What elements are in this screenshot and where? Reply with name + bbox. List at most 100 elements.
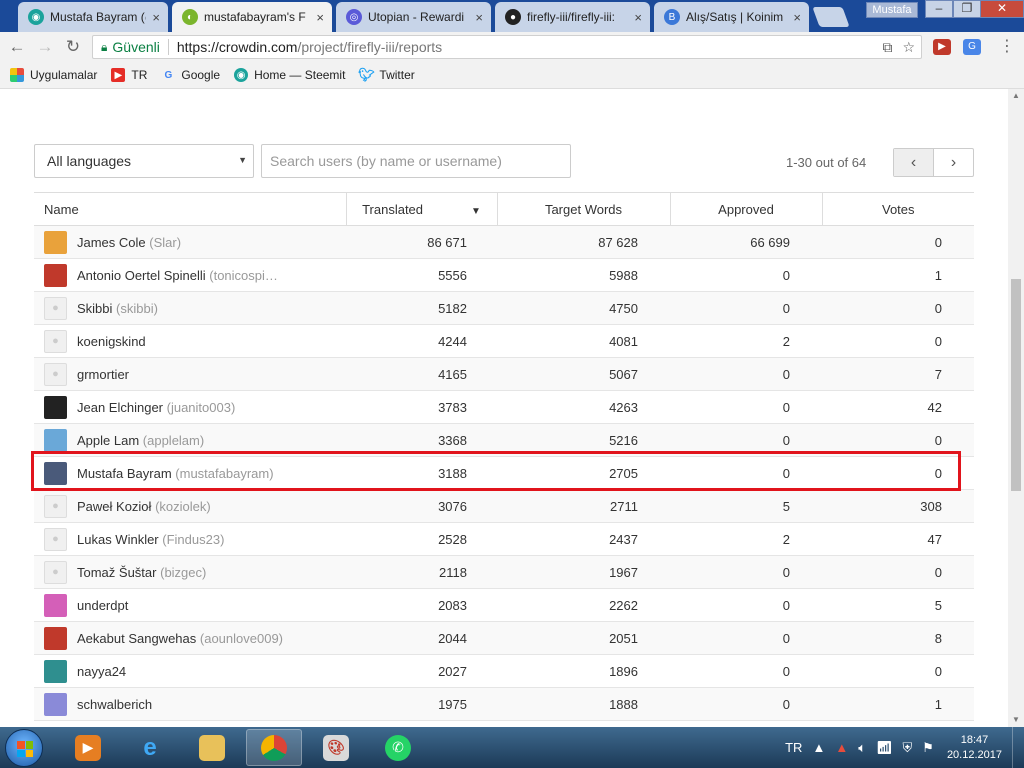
browser-tab-0[interactable]: ◉ Mustafa Bayram (@ × <box>18 2 168 32</box>
search-users-input[interactable] <box>261 144 571 178</box>
clock[interactable]: 18:47 20.12.2017 <box>947 733 1002 763</box>
taskbar-media-player[interactable]: ▶ <box>60 729 116 766</box>
user-name-link[interactable]: underdpt <box>77 598 128 613</box>
user-name-link[interactable]: koenigskind <box>77 334 146 349</box>
next-page-button[interactable]: › <box>934 149 973 176</box>
user-name-link[interactable]: Mustafa Bayram <box>77 466 172 481</box>
taskbar-internet-explorer[interactable]: e <box>122 729 178 766</box>
user-name-link[interactable]: Lukas Winkler <box>77 532 159 547</box>
browser-tab-4[interactable]: B Alış/Satış | Koinim × <box>654 2 809 32</box>
default-avatar-icon[interactable]: ● <box>44 494 67 518</box>
bookmark-tr[interactable]: ▶ TR <box>111 68 147 82</box>
network-icon[interactable]: 📶︎ <box>876 740 893 756</box>
scroll-down-arrow-icon[interactable]: ▼ <box>1008 713 1024 727</box>
profile-button[interactable]: Mustafa <box>866 2 918 18</box>
default-avatar-icon[interactable]: ● <box>44 296 67 320</box>
scrollbar-thumb[interactable] <box>1011 279 1021 491</box>
bookmark-label: Google <box>181 68 221 82</box>
user-name-link[interactable]: schwalberich <box>77 697 152 712</box>
column-header-votes[interactable]: Votes <box>821 192 974 226</box>
scroll-up-arrow-icon[interactable]: ▲ <box>1008 89 1024 103</box>
taskbar-whatsapp[interactable]: ✆ <box>370 729 426 766</box>
browser-tab-2[interactable]: ◎ Utopian - Rewardi × <box>336 2 491 32</box>
user-name-link[interactable]: James Cole <box>77 235 146 250</box>
header-label: Translated <box>362 201 424 217</box>
extension-icon[interactable]: ▶ <box>933 39 951 55</box>
taskbar-paint[interactable]: 🎨︎ <box>308 729 364 766</box>
column-header-translated[interactable]: Translated ▼ <box>345 192 497 226</box>
user-name-link[interactable]: Jean Elchinger <box>77 400 163 415</box>
user-name-link[interactable]: Apple Lam <box>77 433 139 448</box>
bookmark-google[interactable]: G Google <box>161 68 220 82</box>
user-avatar[interactable] <box>44 230 67 254</box>
user-name-link[interactable]: Antonio Oertel Spinelli <box>77 268 206 283</box>
start-button[interactable] <box>5 729 43 767</box>
bookmark-star-icon[interactable]: ☆ <box>902 39 915 56</box>
browser-tab-1-active[interactable]: ◐ mustafabayram's F × <box>172 2 332 32</box>
steemit-icon: ◉ <box>234 68 249 82</box>
tray-expand-icon[interactable]: ▲ <box>812 740 825 755</box>
volume-icon[interactable]: 🔈︎ <box>858 740 866 756</box>
user-avatar[interactable] <box>44 626 67 650</box>
column-header-target-words[interactable]: Target Words <box>496 192 670 226</box>
taskbar-chrome[interactable] <box>246 729 302 766</box>
google-translate-icon[interactable]: G <box>963 39 981 55</box>
cell-name: ● Tomaž Šuštar (bizgec) <box>34 555 346 589</box>
user-avatar[interactable] <box>44 593 67 617</box>
forward-button[interactable]: → <box>34 37 56 57</box>
default-avatar-icon[interactable]: ● <box>44 527 67 551</box>
user-avatar[interactable] <box>44 461 67 485</box>
menu-icon[interactable]: ⋮ <box>996 37 1018 57</box>
translate-icon[interactable]: ⧉ <box>882 39 892 56</box>
minimize-button[interactable]: – <box>925 0 953 18</box>
user-avatar[interactable] <box>44 395 67 419</box>
new-tab-button[interactable] <box>812 7 850 27</box>
translators-report-table: Name Translated ▼ Target Words Approved V… <box>34 192 974 721</box>
user-avatar[interactable] <box>44 692 67 716</box>
back-button[interactable]: ← <box>6 37 28 57</box>
default-avatar-icon[interactable]: ● <box>44 560 67 584</box>
user-avatar[interactable] <box>44 263 67 287</box>
reload-button[interactable]: ↻ <box>62 37 84 57</box>
user-name-link[interactable]: grmortier <box>77 367 129 382</box>
action-center-flag-icon[interactable]: ⚑ <box>922 740 934 756</box>
user-login: (tonicospi… <box>209 267 278 283</box>
whatsapp-icon: ✆ <box>385 734 411 761</box>
browser-tab-3[interactable]: ● firefly-iii/firefly-iii: × <box>495 2 650 32</box>
column-header-approved[interactable]: Approved <box>669 192 822 226</box>
user-avatar[interactable] <box>44 659 67 683</box>
previous-page-button[interactable]: ‹ <box>894 149 934 176</box>
language-select[interactable]: All languages ▼ <box>34 144 254 178</box>
close-window-button[interactable]: ✕ <box>980 0 1024 18</box>
column-header-name[interactable]: Name <box>34 192 346 226</box>
cell-translated: 5182 <box>346 291 497 325</box>
show-desktop-button[interactable] <box>1012 727 1024 768</box>
close-tab-icon[interactable]: × <box>152 10 160 25</box>
close-tab-icon[interactable]: × <box>475 10 483 25</box>
maximize-button[interactable]: ❐ <box>953 0 981 18</box>
security-icon[interactable]: ⛨ <box>903 740 913 756</box>
taskbar-file-explorer[interactable] <box>184 729 240 766</box>
user-name-link[interactable]: Tomaž Šuštar <box>77 565 156 580</box>
bookmark-steemit[interactable]: ◉ Home — Steemit <box>234 68 345 82</box>
close-tab-icon[interactable]: × <box>316 10 324 25</box>
user-name-link[interactable]: nayya24 <box>77 664 126 679</box>
close-tab-icon[interactable]: × <box>634 10 642 25</box>
table-row: ● Tomaž Šuštar (bizgec) 2118 1967 0 0 <box>34 555 974 589</box>
user-avatar[interactable] <box>44 428 67 452</box>
bookmark-apps[interactable]: Uygulamalar <box>10 68 97 82</box>
input-language[interactable]: TR <box>785 740 802 755</box>
bookmark-twitter[interactable]: 🐦︎ Twitter <box>358 67 415 82</box>
user-name-link[interactable]: Skibbi <box>77 301 112 316</box>
user-name-link[interactable]: Aekabut Sangwehas <box>77 631 196 646</box>
avira-icon[interactable]: ▲ <box>835 740 848 755</box>
url-bar[interactable]: 🔒︎ Güvenli https://crowdin.com /project/… <box>92 35 922 59</box>
user-name-link[interactable]: Paweł Kozioł <box>77 499 151 514</box>
default-avatar-icon[interactable]: ● <box>44 329 67 353</box>
cell-target-words: 4750 <box>497 291 670 325</box>
default-avatar-icon[interactable]: ● <box>44 362 67 386</box>
table-row: James Cole (Slar) 86 671 87 628 66 699 0 <box>34 225 974 259</box>
close-tab-icon[interactable]: × <box>793 10 801 25</box>
cell-approved: 0 <box>670 687 822 721</box>
page-scrollbar[interactable]: ▲ ▼ <box>1008 89 1024 727</box>
